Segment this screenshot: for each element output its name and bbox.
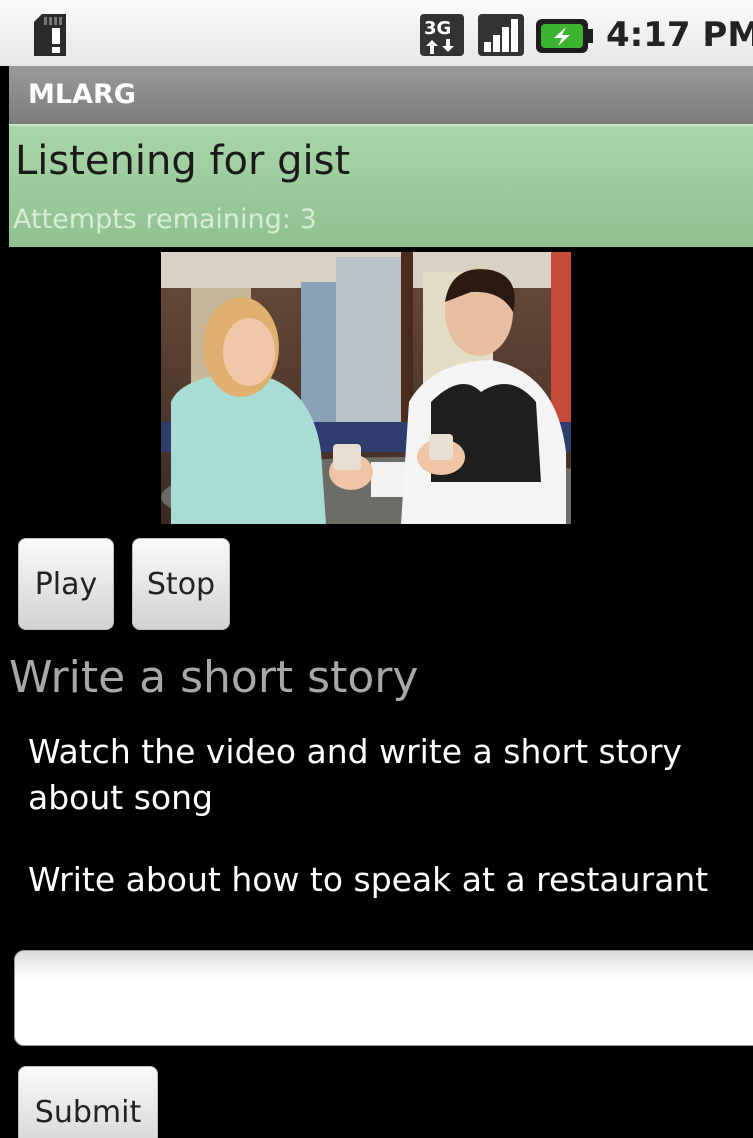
attempts-remaining: Attempts remaining: 3 (13, 204, 317, 235)
video-thumbnail[interactable] (161, 252, 571, 524)
submit-button[interactable]: Submit (18, 1066, 158, 1138)
status-bar: 3G 4:17 PM (0, 0, 753, 66)
title-bar: MLARG (9, 66, 753, 124)
play-button[interactable]: Play (18, 538, 114, 630)
section-title: Write a short story (9, 652, 419, 703)
3g-data-icon: 3G (420, 14, 464, 56)
svg-text:3G: 3G (424, 18, 451, 39)
battery-charging-icon (536, 19, 593, 53)
status-time: 4:17 PM (606, 15, 753, 55)
stop-button[interactable]: Stop (132, 538, 230, 630)
instruction-text: Watch the video and write a short story … (28, 732, 682, 817)
instruction-text-2: Write about how to speak at a restaurant (28, 860, 709, 899)
app-title: MLARG (28, 79, 136, 110)
signal-strength-icon (478, 14, 524, 56)
sd-card-warning-icon (34, 14, 66, 56)
activity-header: Listening for gist Attempts remaining: 3 (9, 124, 753, 247)
app-screen: 3G 4:17 PM MLARG Listening for gist Atte… (0, 0, 753, 1138)
activity-title: Listening for gist (15, 138, 351, 184)
answer-input[interactable] (14, 950, 753, 1046)
